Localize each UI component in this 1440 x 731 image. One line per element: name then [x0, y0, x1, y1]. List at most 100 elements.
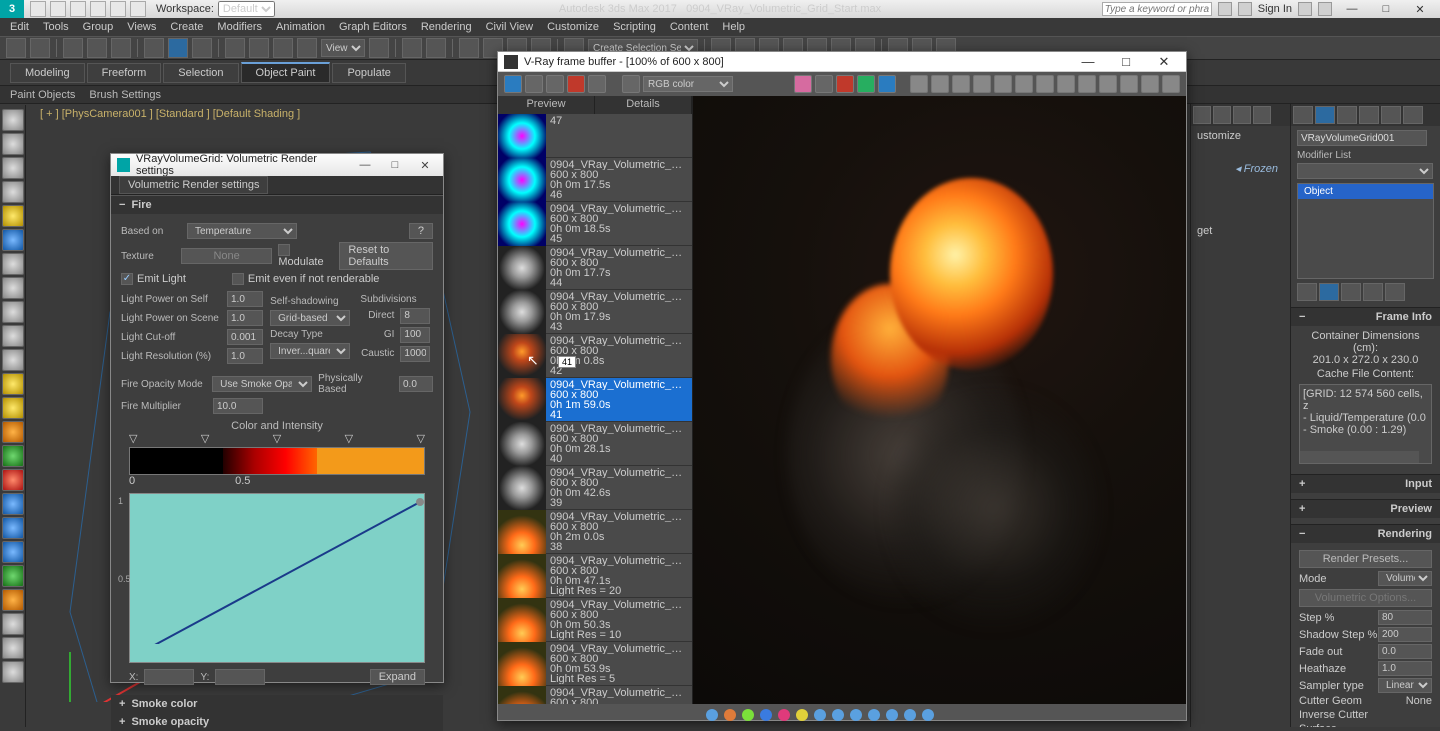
step-input[interactable]	[1378, 610, 1432, 625]
qat-redo-icon[interactable]	[110, 1, 126, 17]
menu-help[interactable]: Help	[722, 21, 745, 33]
ribbon-tab-populate[interactable]: Populate	[332, 63, 405, 83]
physbased-input[interactable]	[399, 376, 433, 392]
undo-icon[interactable]	[6, 38, 26, 58]
menu-edit[interactable]: Edit	[10, 21, 29, 33]
menu-graph-editors[interactable]: Graph Editors	[339, 21, 407, 33]
exchange-icon[interactable]	[1298, 2, 1312, 16]
ribbon-tab-object-paint[interactable]: Object Paint	[241, 62, 331, 83]
modifier-stack[interactable]: Object	[1297, 183, 1434, 279]
ribbon-tab-modeling[interactable]: Modeling	[10, 63, 85, 83]
fire-opacity-select[interactable]: Use Smoke Opacity	[212, 376, 312, 392]
fire-mult-input[interactable]	[213, 398, 263, 414]
y-input[interactable]	[215, 669, 265, 685]
texture-button[interactable]: None	[181, 248, 273, 264]
qat-save-icon[interactable]	[70, 1, 86, 17]
smoke-color-rollout[interactable]: +Smoke color	[111, 695, 443, 713]
qat-new-icon[interactable]	[30, 1, 46, 17]
tool-icon[interactable]	[2, 325, 24, 347]
tool-icon[interactable]	[2, 589, 24, 611]
infocenter-icon[interactable]	[1218, 2, 1232, 16]
select-rect-icon[interactable]	[168, 38, 188, 58]
tool-icon[interactable]	[2, 445, 24, 467]
menu-civil-view[interactable]: Civil View	[486, 21, 533, 33]
fire-rollout-header[interactable]: −Fire	[111, 196, 443, 214]
dialog-titlebar[interactable]: VRayVolumeGrid: Volumetric Render settin…	[111, 154, 443, 176]
signin-link[interactable]: Sign In	[1258, 3, 1292, 15]
history-item[interactable]: 0904_VRay_Volumetric_Grid_R600 x 8000h 0…	[498, 158, 692, 202]
sun-tool-icon[interactable]	[2, 373, 24, 395]
vol-options-button[interactable]: Volumetric Options...	[1299, 589, 1432, 607]
snap-icon[interactable]	[459, 38, 479, 58]
history-item[interactable]: 0904_VRay_Volumetric_Grid_R600 x 8000h 0…	[498, 466, 692, 510]
se-icon[interactable]	[1233, 106, 1251, 124]
history-item[interactable]: 47	[498, 114, 692, 158]
subribbon-paint-objects[interactable]: Paint Objects	[10, 89, 75, 101]
modulate-check[interactable]: Modulate	[278, 244, 333, 268]
menu-customize[interactable]: Customize	[547, 21, 599, 33]
fade-input[interactable]	[1378, 644, 1432, 659]
link-icon[interactable]	[63, 38, 83, 58]
create-tab-icon[interactable]	[1293, 106, 1313, 124]
menu-rendering[interactable]: Rendering	[421, 21, 472, 33]
remove-icon[interactable]	[1363, 283, 1383, 301]
gi-input[interactable]	[400, 327, 430, 343]
history-item[interactable]: 0904_VRay_Volumetric_Grid_R600 x 8000h 2…	[498, 510, 692, 554]
tool-icon[interactable]	[2, 157, 24, 179]
history-item[interactable]: 0904_VRay_Volumetric_Grid_R600 x 8000h 0…	[498, 422, 692, 466]
rollout-input[interactable]: +Input	[1291, 475, 1440, 493]
star-icon[interactable]	[1238, 2, 1252, 16]
vfb-icon[interactable]	[1162, 75, 1180, 93]
placement-icon[interactable]	[297, 38, 317, 58]
history-item[interactable]: 0904_VRay_Volumetric_Grid_R600 x 8000h 1…	[498, 686, 692, 704]
config-icon[interactable]	[1385, 283, 1405, 301]
ribbon-tab-selection[interactable]: Selection	[163, 63, 238, 83]
vfb-heart-icon[interactable]	[794, 75, 812, 93]
redo-icon[interactable]	[30, 38, 50, 58]
volumetric-render-dialog[interactable]: VRayVolumeGrid: Volumetric Render settin…	[110, 153, 444, 683]
tool-icon[interactable]	[2, 133, 24, 155]
selfshadow-select[interactable]: Grid-based	[270, 310, 350, 326]
object-name-input[interactable]	[1297, 130, 1427, 146]
history-item[interactable]: 0904_VRay_Volumetric_Grid_R600 x 8000h 0…	[498, 202, 692, 246]
window-maximize[interactable]: □	[1372, 3, 1400, 15]
vfb-icon[interactable]	[973, 75, 991, 93]
vfb-icon[interactable]	[952, 75, 970, 93]
vfb-save-icon[interactable]	[525, 75, 543, 93]
keymode-icon[interactable]	[426, 38, 446, 58]
history-item[interactable]: 0904_VRay_Volumetric_Grid_R600 x 8000h 0…	[498, 554, 692, 598]
vfb-icon[interactable]	[1015, 75, 1033, 93]
vfb-icon[interactable]	[994, 75, 1012, 93]
menu-modifiers[interactable]: Modifiers	[217, 21, 262, 33]
unlink-icon[interactable]	[87, 38, 107, 58]
history-item[interactable]: 0904_VRay_Volumetric_Grid_R600 x 8000h 0…	[498, 598, 692, 642]
light-tool-icon[interactable]	[2, 205, 24, 227]
decay-select[interactable]: Inver...quare	[270, 343, 350, 359]
vfb-render-view[interactable]	[693, 96, 1186, 704]
modifier-list-select[interactable]	[1297, 163, 1433, 179]
tool-icon[interactable]	[2, 253, 24, 275]
color-gradient[interactable]	[129, 447, 425, 475]
app-logo[interactable]: 3	[0, 0, 24, 18]
vfb-minimize[interactable]: —	[1072, 54, 1104, 69]
tool-icon[interactable]	[2, 637, 24, 659]
dialog-close[interactable]: ✕	[413, 159, 437, 172]
hierarchy-tab-icon[interactable]	[1337, 106, 1357, 124]
tool-icon[interactable]	[2, 277, 24, 299]
subribbon-brush-settings[interactable]: Brush Settings	[89, 89, 161, 101]
vfb-icon[interactable]	[1078, 75, 1096, 93]
inverse-cutter-check[interactable]: Inverse Cutter	[1299, 709, 1368, 721]
display-tab-icon[interactable]	[1381, 106, 1401, 124]
smoke-opacity-rollout[interactable]: +Smoke opacity	[111, 713, 443, 731]
scale-icon[interactable]	[273, 38, 293, 58]
vfb-g-icon[interactable]	[857, 75, 875, 93]
dialog-minimize[interactable]: —	[353, 159, 377, 171]
move-icon[interactable]	[225, 38, 245, 58]
help-button[interactable]: ?	[409, 223, 433, 239]
workspace-selector[interactable]: Default	[218, 1, 275, 17]
vfb-copy-icon[interactable]	[588, 75, 606, 93]
heathaze-input[interactable]	[1378, 661, 1432, 676]
vfb-icon[interactable]	[931, 75, 949, 93]
emit-light-check[interactable]: Emit Light	[121, 273, 186, 285]
pin-stack-icon[interactable]	[1297, 283, 1317, 301]
